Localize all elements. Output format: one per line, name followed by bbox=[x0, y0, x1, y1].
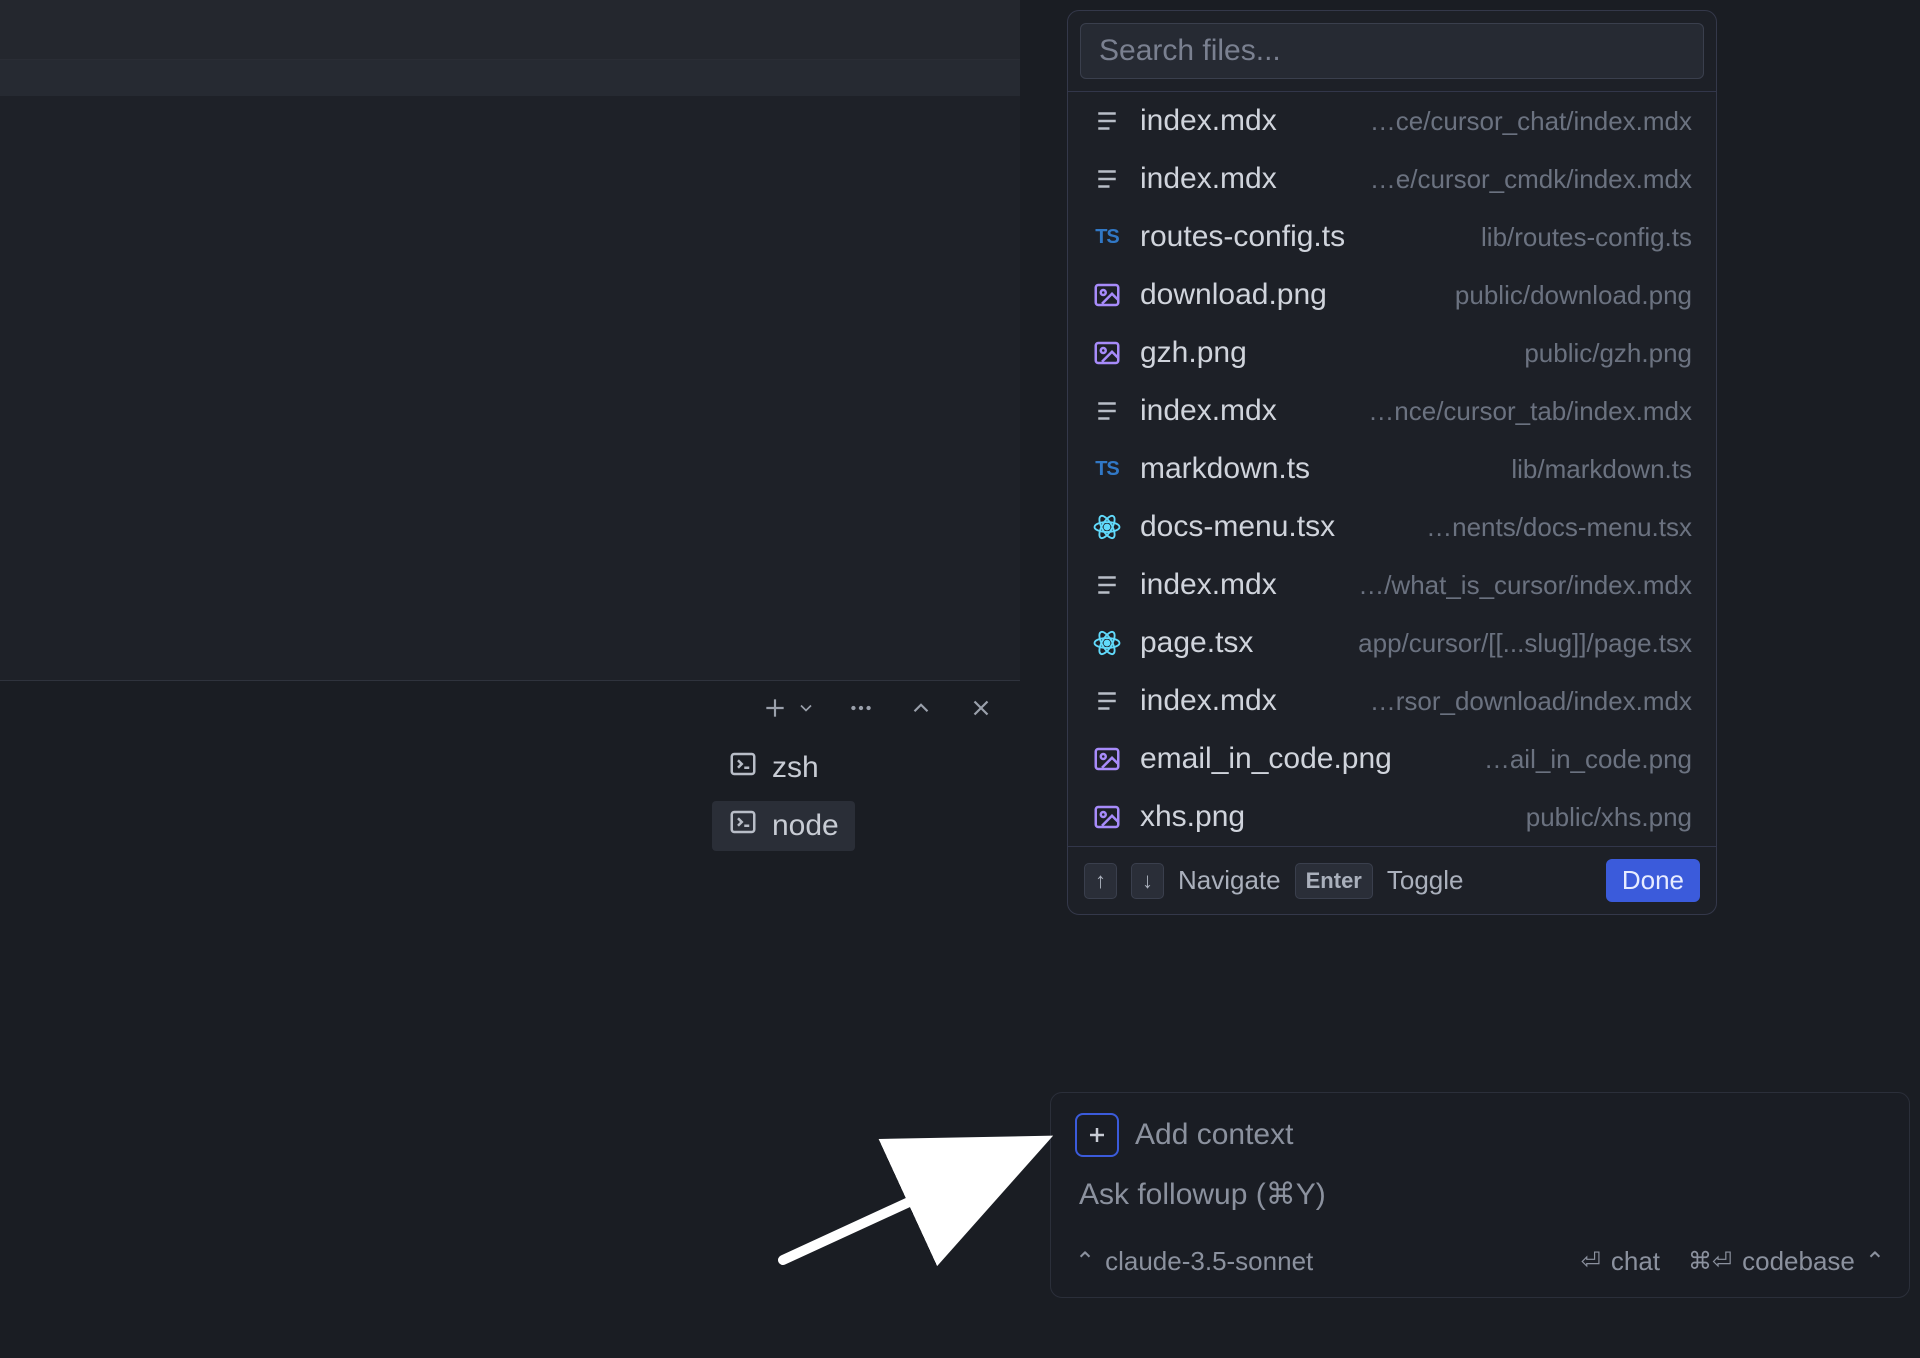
ts-file-icon: TS bbox=[1092, 222, 1122, 252]
add-context-label: Add context bbox=[1135, 1118, 1293, 1152]
ts-file-icon: TS bbox=[1092, 454, 1122, 484]
file-path: …ail_in_code.png bbox=[1484, 744, 1692, 775]
file-path: …ce/cursor_chat/index.mdx bbox=[1370, 106, 1692, 137]
terminal-close-icon[interactable] bbox=[966, 693, 996, 723]
text-file-icon bbox=[1092, 396, 1122, 426]
file-path: …/what_is_cursor/index.mdx bbox=[1358, 570, 1692, 601]
terminal-session-item[interactable]: zsh bbox=[712, 743, 855, 793]
text-file-icon bbox=[1092, 106, 1122, 136]
chat-submit-button[interactable]: ⏎ chat bbox=[1581, 1246, 1660, 1277]
file-picker: Search files... index.mdx …ce/cursor_chat… bbox=[1067, 10, 1717, 915]
model-name: claude-3.5-sonnet bbox=[1105, 1246, 1313, 1277]
file-path: …nce/cursor_tab/index.mdx bbox=[1368, 396, 1692, 427]
file-picker-item[interactable]: TS markdown.ts lib/markdown.ts bbox=[1068, 440, 1716, 498]
file-name: routes-config.ts bbox=[1140, 220, 1345, 254]
model-picker[interactable]: ⌃ claude-3.5-sonnet bbox=[1075, 1246, 1313, 1277]
text-file-icon bbox=[1092, 164, 1122, 194]
search-placeholder: Search files... bbox=[1099, 34, 1281, 68]
file-name: email_in_code.png bbox=[1140, 742, 1392, 776]
file-name: docs-menu.tsx bbox=[1140, 510, 1335, 544]
file-name: index.mdx bbox=[1140, 394, 1277, 428]
file-picker-item[interactable]: xhs.png public/xhs.png bbox=[1068, 788, 1716, 846]
terminal-header bbox=[760, 693, 996, 723]
file-name: index.mdx bbox=[1140, 568, 1277, 602]
file-picker-item[interactable]: index.mdx …ce/cursor_chat/index.mdx bbox=[1068, 92, 1716, 150]
terminal-new-chevron-icon[interactable] bbox=[796, 693, 816, 723]
react-file-icon bbox=[1092, 628, 1122, 658]
file-name: page.tsx bbox=[1140, 626, 1253, 660]
file-path: …nents/docs-menu.tsx bbox=[1426, 512, 1692, 543]
file-picker-item[interactable]: TS routes-config.ts lib/routes-config.ts bbox=[1068, 208, 1716, 266]
search-input[interactable]: Search files... bbox=[1080, 23, 1704, 79]
arrow-down-key-icon: ↓ bbox=[1131, 863, 1164, 899]
file-name: markdown.ts bbox=[1140, 452, 1310, 486]
codebase-action-label: codebase bbox=[1742, 1246, 1855, 1277]
cmd-enter-icon: ⌘⏎ bbox=[1688, 1247, 1732, 1276]
file-name: download.png bbox=[1140, 278, 1327, 312]
terminal-session-item[interactable]: node bbox=[712, 801, 855, 851]
text-file-icon bbox=[1092, 570, 1122, 600]
terminal-panel: zsh node bbox=[0, 680, 1020, 1358]
enter-icon: ⏎ bbox=[1581, 1247, 1601, 1276]
terminal-sessions: zsh node bbox=[712, 743, 855, 851]
image-file-icon bbox=[1092, 338, 1122, 368]
react-file-icon bbox=[1092, 512, 1122, 542]
file-path: lib/markdown.ts bbox=[1511, 454, 1692, 485]
file-picker-item[interactable]: email_in_code.png …ail_in_code.png bbox=[1068, 730, 1716, 788]
image-file-icon bbox=[1092, 280, 1122, 310]
file-name: index.mdx bbox=[1140, 162, 1277, 196]
codebase-submit-button[interactable]: ⌘⏎ codebase ⌃ bbox=[1688, 1246, 1885, 1277]
image-file-icon bbox=[1092, 744, 1122, 774]
file-name: xhs.png bbox=[1140, 800, 1245, 834]
text-file-icon bbox=[1092, 686, 1122, 716]
file-path: public/gzh.png bbox=[1524, 338, 1692, 369]
terminal-session-label: node bbox=[772, 809, 839, 843]
enter-key-hint: Enter bbox=[1295, 863, 1373, 899]
file-name: index.mdx bbox=[1140, 104, 1277, 138]
chevron-up-icon: ⌃ bbox=[1075, 1247, 1095, 1276]
file-path: …e/cursor_cmdk/index.mdx bbox=[1370, 164, 1692, 195]
terminal-maximize-icon[interactable] bbox=[906, 693, 936, 723]
file-picker-item[interactable]: index.mdx …rsor_download/index.mdx bbox=[1068, 672, 1716, 730]
terminal-icon bbox=[728, 807, 758, 845]
terminal-session-label: zsh bbox=[772, 751, 819, 785]
editor-active-line bbox=[0, 60, 1020, 96]
file-picker-item[interactable]: index.mdx …e/cursor_cmdk/index.mdx bbox=[1068, 150, 1716, 208]
terminal-more-icon[interactable] bbox=[846, 693, 876, 723]
file-picker-item[interactable]: index.mdx …/what_is_cursor/index.mdx bbox=[1068, 556, 1716, 614]
file-path: …rsor_download/index.mdx bbox=[1370, 686, 1692, 717]
file-picker-item[interactable]: docs-menu.tsx …nents/docs-menu.tsx bbox=[1068, 498, 1716, 556]
editor-tab-strip bbox=[0, 0, 1020, 60]
chat-action-label: chat bbox=[1611, 1246, 1660, 1277]
file-picker-footer: ↑ ↓ Navigate Enter Toggle Done bbox=[1068, 846, 1716, 914]
chat-input[interactable]: Ask followup (⌘Y) bbox=[1075, 1177, 1885, 1212]
chat-context-row: Add context bbox=[1075, 1113, 1885, 1157]
file-path: lib/routes-config.ts bbox=[1481, 222, 1692, 253]
chevron-up-icon: ⌃ bbox=[1865, 1247, 1885, 1276]
file-path: public/download.png bbox=[1455, 280, 1692, 311]
file-picker-item[interactable]: download.png public/download.png bbox=[1068, 266, 1716, 324]
file-picker-item[interactable]: gzh.png public/gzh.png bbox=[1068, 324, 1716, 382]
file-name: gzh.png bbox=[1140, 336, 1247, 370]
file-picker-item[interactable]: page.tsx app/cursor/[[...slug]]/page.tsx bbox=[1068, 614, 1716, 672]
file-name: index.mdx bbox=[1140, 684, 1277, 718]
terminal-icon bbox=[728, 749, 758, 787]
navigate-hint: Navigate bbox=[1178, 865, 1281, 896]
file-path: app/cursor/[[...slug]]/page.tsx bbox=[1358, 628, 1692, 659]
file-path: public/xhs.png bbox=[1526, 802, 1692, 833]
chat-footer: ⌃ claude-3.5-sonnet ⏎ chat ⌘⏎ codebase ⌃ bbox=[1075, 1246, 1885, 1277]
editor-region bbox=[0, 0, 1020, 680]
file-picker-item[interactable]: index.mdx …nce/cursor_tab/index.mdx bbox=[1068, 382, 1716, 440]
terminal-new-icon[interactable] bbox=[760, 693, 790, 723]
file-picker-list: index.mdx…ce/cursor_chat/index.mdxindex.… bbox=[1068, 91, 1716, 846]
chat-panel: Add context Ask followup (⌘Y) ⌃ claude-3… bbox=[1050, 1092, 1910, 1298]
image-file-icon bbox=[1092, 802, 1122, 832]
add-context-button[interactable] bbox=[1075, 1113, 1119, 1157]
arrow-up-key-icon: ↑ bbox=[1084, 863, 1117, 899]
toggle-hint: Toggle bbox=[1387, 865, 1464, 896]
done-button[interactable]: Done bbox=[1606, 859, 1700, 902]
